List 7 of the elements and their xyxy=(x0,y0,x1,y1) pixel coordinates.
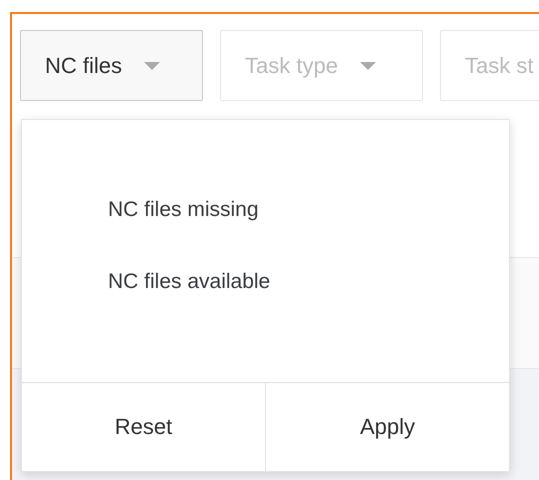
filter-dropdown[interactable]: NC files xyxy=(20,30,203,101)
menu-option[interactable]: NC files available xyxy=(108,270,270,294)
apply-button[interactable]: Apply xyxy=(265,383,509,471)
menu-option[interactable]: NC files missing xyxy=(108,198,259,222)
reset-button[interactable]: Reset xyxy=(22,383,265,471)
caret-icon xyxy=(144,62,160,70)
caret-icon xyxy=(360,62,376,70)
